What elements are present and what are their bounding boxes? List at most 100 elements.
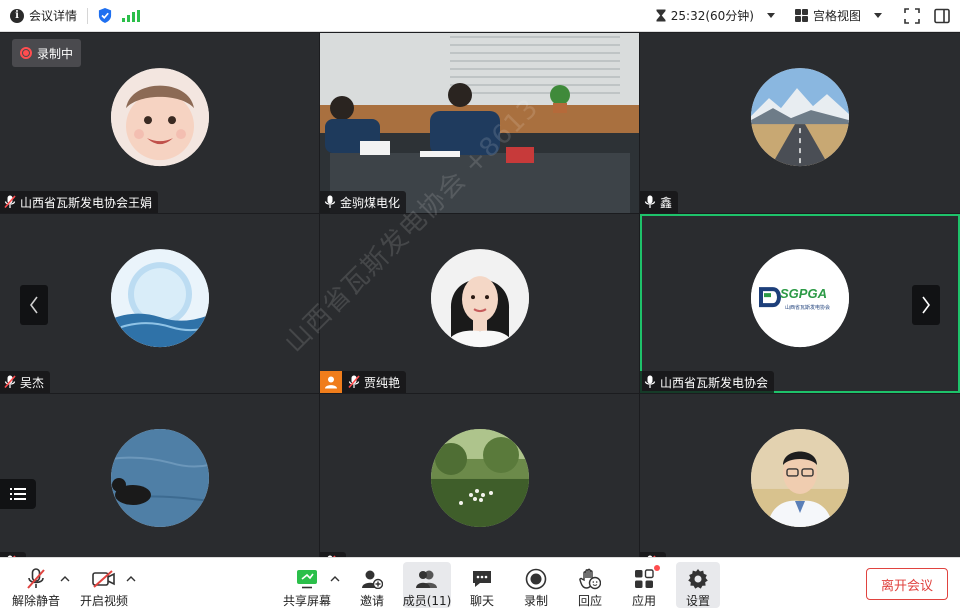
mic-muted-icon (348, 375, 360, 389)
mic-muted-icon (4, 375, 16, 389)
video-grid: 录制中 山西省瓦斯发电协会王娟 金驹煤电化 鑫 吴杰 贾纯艳 SGPGA 山西省… (0, 33, 960, 557)
view-mode-dropdown[interactable]: 宫格视图 (794, 7, 882, 24)
audio-options-caret-icon[interactable] (60, 574, 70, 584)
bottom-toolbar: 解除静音 开启视频 共享屏幕 邀请 成员(11) 聊天 录制 回应 应用 设置 … (0, 557, 960, 610)
mic-muted-icon (27, 568, 45, 589)
participant-name-tag: 山西省瓦斯发电协会王娟 (0, 191, 159, 213)
chevron-down-icon[interactable] (766, 13, 775, 18)
video-options-caret-icon[interactable] (126, 574, 136, 584)
participant-name-tag: 吴杰 (0, 371, 51, 393)
reactions-button[interactable]: 回应 (570, 562, 610, 608)
avatar (110, 428, 209, 527)
grid-view-icon (794, 9, 808, 22)
top-bar: i 会议详情 25:32(60分钟) 宫格视图 (0, 0, 960, 32)
avatar (110, 68, 209, 167)
avatar (751, 428, 849, 527)
share-options-caret-icon[interactable] (330, 574, 340, 584)
participant-name-tag: 鑫 (640, 191, 679, 213)
participant-list-toggle[interactable] (0, 479, 36, 509)
meeting-window: i 会议详情 25:32(60分钟) 宫格视图 录制中 山西省瓦斯发电协会王娟 … (0, 0, 960, 610)
chevron-right-icon (922, 296, 930, 314)
chat-icon (473, 571, 491, 587)
list-icon (10, 488, 26, 500)
network-signal-icon[interactable] (122, 9, 141, 22)
hourglass-icon (656, 9, 666, 22)
participant-name: 山西省瓦斯发电协会 (660, 375, 769, 390)
mic-icon (644, 195, 656, 208)
participant-tile[interactable] (640, 394, 960, 557)
participant-name: 山西省瓦斯发电协会王娟 (20, 195, 153, 210)
chat-button[interactable]: 聊天 (462, 562, 502, 608)
logo-abbr: SGPGA (780, 285, 827, 301)
participant-video-tile[interactable]: 金驹煤电化 (320, 33, 639, 213)
logo-full-name: 山西省瓦斯发电协会 (785, 304, 831, 311)
recording-indicator[interactable]: 录制中 (12, 39, 82, 67)
mic-icon (644, 375, 656, 388)
fullscreen-icon[interactable] (904, 7, 920, 24)
participant-tile[interactable] (320, 394, 639, 557)
gear-icon (688, 569, 708, 589)
participant-tile[interactable]: 贾纯艳 (320, 214, 639, 393)
active-speaker-tile[interactable]: SGPGA 山西省瓦斯发电协会 山西省瓦斯发电协会 (640, 214, 960, 393)
avatar (110, 248, 209, 347)
start-video-button[interactable]: 开启视频 (78, 562, 130, 608)
members-icon (416, 570, 437, 588)
avatar (751, 68, 849, 167)
recording-label: 录制中 (37, 46, 74, 61)
settings-button[interactable]: 设置 (676, 562, 720, 608)
unmute-label: 解除静音 (12, 594, 61, 608)
share-screen-label: 共享屏幕 (282, 594, 331, 608)
participant-name: 贾纯艳 (364, 375, 401, 390)
record-label: 录制 (523, 594, 548, 608)
previous-page-button[interactable] (20, 285, 48, 325)
apps-grid-icon (635, 569, 654, 588)
mic-icon (324, 195, 336, 208)
notification-dot (654, 565, 660, 571)
members-button[interactable]: 成员(11) (403, 562, 451, 608)
view-mode-label: 宫格视图 (812, 9, 861, 23)
participant-name-tag: 金驹煤电化 (320, 191, 407, 213)
meeting-info-link[interactable]: 会议详情 (29, 7, 77, 24)
apps-button[interactable]: 应用 (624, 562, 664, 608)
participant-name: 吴杰 (20, 375, 45, 390)
invite-button[interactable]: 邀请 (350, 562, 394, 608)
security-shield-icon[interactable] (98, 8, 112, 23)
next-page-button[interactable] (912, 285, 940, 325)
participant-tile[interactable]: 录制中 山西省瓦斯发电协会王娟 (0, 33, 319, 213)
reactions-label: 回应 (577, 594, 602, 608)
participant-tile[interactable]: 吴杰 (0, 214, 319, 393)
sidebar-toggle-icon[interactable] (934, 8, 950, 24)
apps-label: 应用 (631, 594, 656, 608)
avatar (430, 428, 529, 527)
record-icon (525, 568, 547, 590)
hand-emoji-icon (579, 568, 601, 590)
mic-muted-icon (4, 195, 16, 209)
record-dot-icon (20, 47, 32, 59)
participant-tile[interactable]: 鑫 (640, 33, 960, 213)
avatar (430, 248, 529, 347)
settings-label: 设置 (685, 594, 710, 608)
info-icon[interactable]: i (10, 8, 24, 23)
record-button[interactable]: 录制 (516, 562, 556, 608)
share-screen-button[interactable]: 共享屏幕 (282, 562, 332, 608)
chevron-left-icon (30, 296, 38, 314)
meeting-timer[interactable]: 25:32(60分钟) (656, 7, 775, 24)
participant-tile[interactable] (0, 394, 319, 557)
members-label: 成员(11) (402, 594, 452, 608)
unmute-button[interactable]: 解除静音 (12, 562, 60, 608)
share-screen-icon (297, 570, 317, 589)
camera-off-icon (92, 570, 115, 588)
host-person-icon (320, 371, 342, 393)
divider (87, 7, 89, 24)
invite-label: 邀请 (359, 594, 384, 608)
chat-label: 聊天 (469, 594, 494, 608)
participant-name: 鑫 (660, 195, 673, 210)
live-video-feed (320, 33, 639, 213)
timer-text: 25:32(60分钟) (670, 9, 754, 23)
leave-meeting-button[interactable]: 离开会议 (866, 568, 948, 600)
start-video-label: 开启视频 (79, 594, 128, 608)
participant-name-tag: 贾纯艳 (320, 371, 407, 393)
participant-name-tag: 山西省瓦斯发电协会 (640, 371, 775, 393)
participant-name: 金驹煤电化 (340, 195, 401, 210)
add-user-icon (362, 570, 383, 589)
